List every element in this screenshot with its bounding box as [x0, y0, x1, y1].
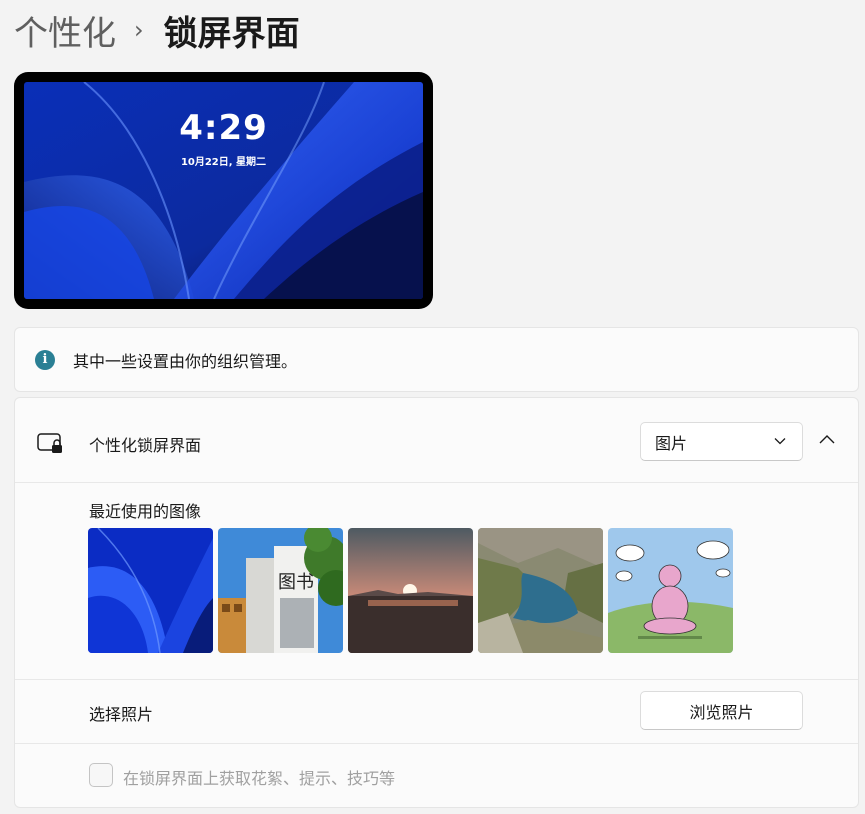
managed-by-organization-banner: i 其中一些设置由你的组织管理。	[14, 327, 859, 392]
choose-photo-row: 选择照片 浏览照片	[15, 681, 858, 744]
recent-image-pink-character[interactable]	[608, 528, 733, 653]
preview-wallpaper: 4:29 10月22日, 星期二	[24, 82, 423, 299]
recent-image-windows-bloom[interactable]	[88, 528, 213, 653]
personalize-lock-screen-card: 个性化锁屏界面 图片 最近使用的图像 图书 选择照片 浏览照片 在锁屏界面上获取…	[14, 397, 859, 808]
lock-screen-preview: 4:29 10月22日, 星期二	[14, 72, 433, 309]
browse-photos-button[interactable]: 浏览照片	[640, 691, 803, 730]
personalize-lock-screen-row[interactable]: 个性化锁屏界面 图片	[15, 398, 858, 483]
fun-facts-tips-row: 在锁屏界面上获取花絮、提示、技巧等	[15, 745, 858, 807]
recent-images-list: 图书	[88, 528, 733, 653]
chevron-up-icon[interactable]	[819, 434, 835, 444]
recent-image-library-building[interactable]: 图书	[218, 528, 343, 653]
recent-images-label: 最近使用的图像	[89, 502, 202, 521]
chevron-right-icon: ›	[134, 16, 144, 44]
breadcrumb-personalization-link[interactable]: 个性化	[14, 6, 116, 55]
personalize-lock-screen-title: 个性化锁屏界面	[89, 436, 202, 455]
lock-screen-type-dropdown[interactable]: 图片	[640, 422, 803, 461]
svg-text:图书: 图书	[278, 572, 314, 593]
lock-screen-date: 10月22日, 星期二	[180, 157, 267, 168]
choose-photo-label: 选择照片	[89, 705, 154, 724]
lock-screen-icon	[37, 433, 62, 453]
page-title: 锁屏界面	[163, 13, 300, 54]
recent-image-sunset[interactable]	[348, 528, 473, 653]
breadcrumb: 个性化 › 锁屏界面	[14, 6, 300, 55]
chevron-down-icon	[774, 438, 786, 445]
banner-text: 其中一些设置由你的组织管理。	[73, 351, 298, 371]
lock-screen-time: 4:29	[179, 108, 268, 148]
fun-facts-tips-checkbox[interactable]	[89, 763, 113, 787]
dropdown-selected-value: 图片	[655, 433, 688, 453]
recent-images-section: 最近使用的图像 图书	[15, 484, 858, 680]
recent-image-mountain-lake[interactable]	[478, 528, 603, 653]
info-icon: i	[35, 349, 55, 370]
fun-facts-tips-label: 在锁屏界面上获取花絮、提示、技巧等	[123, 769, 396, 788]
